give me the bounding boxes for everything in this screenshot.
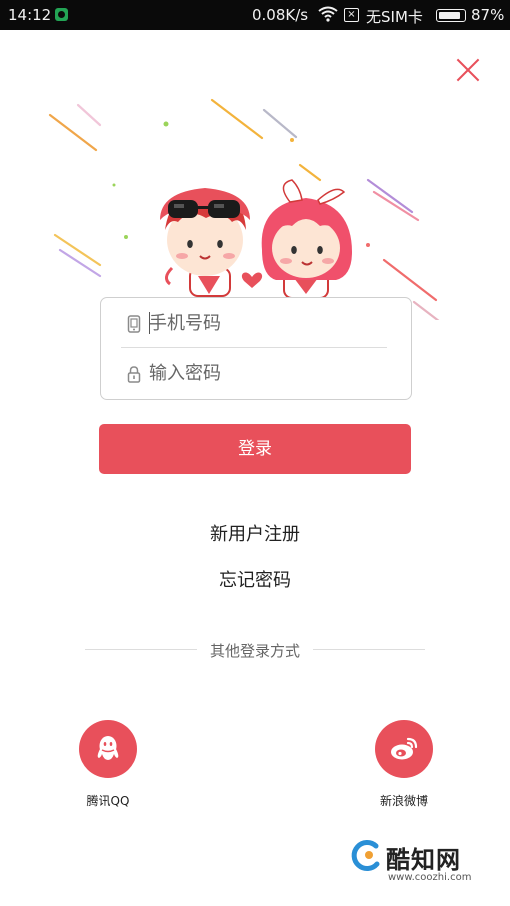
- other-login-section: 其他登录方式: [85, 640, 425, 660]
- password-row: [101, 348, 411, 398]
- status-time: 14:12: [8, 6, 52, 24]
- phone-icon: [127, 315, 141, 337]
- watermark-url: www.coozhi.com: [388, 872, 472, 883]
- divider-right: [313, 649, 425, 650]
- battery-percent: 87%: [471, 6, 505, 24]
- other-login-title: 其他登录方式: [209, 642, 300, 660]
- status-bar: 14:12 0.08K/s × 无SIM卡 87%: [0, 0, 510, 30]
- no-sim-icon: ×: [344, 8, 359, 22]
- qq-icon: [79, 720, 137, 778]
- battery-icon: [436, 9, 466, 22]
- watermark-name: 酷知网: [386, 846, 461, 874]
- weibo-icon: [375, 720, 433, 778]
- battery-level: [439, 12, 460, 19]
- mascot-art: [48, 98, 450, 330]
- qq-login-label: 腾讯QQ: [86, 794, 130, 808]
- forgot-password-link[interactable]: 忘记密码: [0, 566, 510, 592]
- watermark-logo: [351, 840, 380, 872]
- wifi-icon: [318, 6, 338, 26]
- weibo-login-button[interactable]: 新浪微博: [364, 720, 444, 809]
- app-notification-icon: [55, 8, 68, 21]
- password-input[interactable]: [149, 359, 389, 387]
- sim-status: 无SIM卡: [366, 8, 423, 26]
- phone-row: [101, 298, 411, 348]
- watermark: 酷知网 www.coozhi.com: [348, 838, 498, 898]
- register-link[interactable]: 新用户注册: [0, 520, 510, 546]
- qq-login-button[interactable]: 腾讯QQ: [68, 720, 148, 809]
- weibo-login-label: 新浪微博: [379, 794, 428, 808]
- lock-icon: [127, 365, 141, 387]
- phone-input[interactable]: [149, 309, 389, 337]
- login-button[interactable]: 登录: [99, 424, 411, 474]
- mascot-illustration: [0, 80, 510, 330]
- network-speed: 0.08K/s: [252, 6, 309, 24]
- login-form: [100, 297, 412, 400]
